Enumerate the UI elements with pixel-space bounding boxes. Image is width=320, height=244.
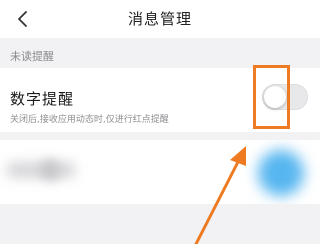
annotation-arrow (194, 146, 246, 244)
